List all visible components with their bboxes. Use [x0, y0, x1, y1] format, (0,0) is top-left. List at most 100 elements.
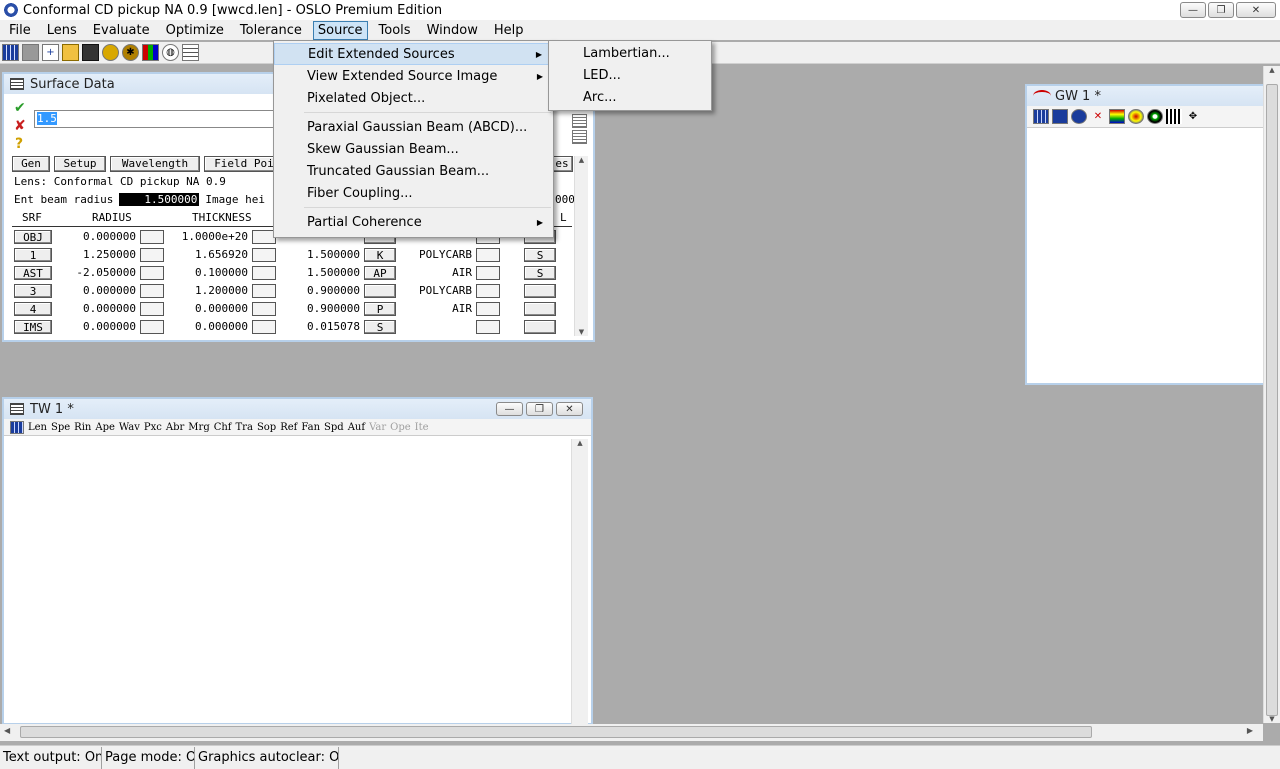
menu-item-fiber-coupling[interactable]: Fiber Coupling... [274, 182, 553, 204]
tab-setup[interactable]: Setup [54, 156, 106, 172]
radius-solve-button[interactable] [140, 302, 164, 316]
scroll-thumb[interactable] [1266, 84, 1278, 716]
tab-field-points[interactable]: Field Poi [204, 156, 284, 172]
radius-solve-button[interactable] [140, 230, 164, 244]
menu-help[interactable]: Help [489, 21, 529, 40]
spot-icon[interactable] [1071, 109, 1087, 124]
tw-close-button[interactable]: ✕ [556, 402, 583, 416]
glass-cell[interactable]: POLYCARB [400, 248, 472, 262]
special-button[interactable] [524, 302, 556, 316]
aperture-solve-button[interactable] [364, 284, 396, 298]
radius-solve-button[interactable] [140, 284, 164, 298]
menu-item-skew-gaussian-beam[interactable]: Skew Gaussian Beam... [274, 138, 553, 160]
move-icon[interactable]: ✥ [1185, 109, 1201, 124]
special-button[interactable] [524, 320, 556, 334]
list-icon[interactable] [572, 130, 587, 144]
table-icon[interactable] [182, 44, 199, 61]
colors-icon[interactable] [142, 44, 159, 61]
circle-icon[interactable] [1147, 109, 1163, 124]
aperture-solve-button[interactable]: S [364, 320, 396, 334]
radius-solve-button[interactable] [140, 248, 164, 262]
rainbow-icon[interactable] [1109, 109, 1125, 124]
special-button[interactable]: S [524, 266, 556, 280]
tw-button-spe[interactable]: Spe [51, 422, 70, 433]
thickness-solve-button[interactable] [252, 284, 276, 298]
aperture-cell[interactable]: 0.900000 [280, 302, 360, 316]
scroll-down-icon[interactable]: ▼ [1264, 715, 1280, 723]
target-icon[interactable] [1128, 109, 1144, 124]
list-icon[interactable] [572, 114, 587, 128]
thickness-cell[interactable]: 0.000000 [166, 302, 248, 316]
glass-solve-button[interactable] [476, 248, 500, 262]
help-icon[interactable]: ? [15, 136, 23, 152]
tw-button-auf[interactable]: Auf [348, 422, 365, 433]
menu-tolerance[interactable]: Tolerance [235, 21, 307, 40]
srf-cell[interactable]: 4 [14, 302, 52, 316]
menu-item-led[interactable]: LED... [549, 64, 711, 86]
thickness-solve-button[interactable] [252, 248, 276, 262]
menu-item-truncated-gaussian-beam[interactable]: Truncated Gaussian Beam... [274, 160, 553, 182]
open-icon[interactable] [62, 44, 79, 61]
srf-cell[interactable]: OBJ [14, 230, 52, 244]
aperture-solve-button[interactable]: K [364, 248, 396, 262]
radius-cell[interactable]: 0.000000 [56, 284, 136, 298]
radius-cell[interactable]: 0.000000 [56, 320, 136, 334]
aperture-cell[interactable]: 0.900000 [280, 284, 360, 298]
thickness-solve-button[interactable] [252, 320, 276, 334]
new-icon[interactable]: + [42, 44, 59, 61]
menu-tools[interactable]: Tools [374, 21, 416, 40]
aperture-cell[interactable]: 1.500000 [280, 266, 360, 280]
tw-button-mrg[interactable]: Mrg [188, 422, 209, 433]
edit-field[interactable]: 1.5 [34, 110, 279, 128]
glass-cell[interactable]: AIR [400, 266, 472, 280]
tw-minimize-button[interactable]: — [496, 402, 523, 416]
tw-button-abr[interactable]: Abr [166, 422, 184, 433]
menu-item-view-extended-source-image[interactable]: View Extended Source Image ▶ [274, 65, 553, 87]
close-button[interactable]: ✕ [1236, 2, 1276, 18]
main-horizontal-scrollbar[interactable]: ◀ ▶ [0, 724, 1263, 741]
radius-cell[interactable]: -2.050000 [56, 266, 136, 280]
tab-variables[interactable]: es [551, 156, 573, 172]
menu-source[interactable]: Source [312, 20, 368, 40]
scroll-up-icon[interactable]: ▲ [1264, 66, 1280, 74]
tw-restore-button[interactable]: ❐ [526, 402, 553, 416]
tw-scrollbar[interactable]: ▲ [571, 439, 588, 725]
cancel-icon[interactable]: ✘ [14, 118, 26, 134]
glass-cell[interactable] [400, 320, 472, 334]
scroll-right-icon[interactable]: ▶ [1247, 726, 1253, 735]
tw-button-spd[interactable]: Spd [324, 422, 344, 433]
grid-icon[interactable] [1033, 109, 1049, 124]
accept-icon[interactable]: ✔ [14, 100, 26, 116]
radius-cell[interactable]: 1.250000 [56, 248, 136, 262]
thickness-cell[interactable]: 1.0000e+20 [166, 230, 248, 244]
special-button[interactable] [524, 284, 556, 298]
fan-icon[interactable]: ✕ [1090, 109, 1106, 124]
srf-cell[interactable]: 3 [14, 284, 52, 298]
tab-wavelength[interactable]: Wavelength [110, 156, 200, 172]
gear-icon[interactable] [1052, 109, 1068, 124]
minimize-button[interactable]: — [1180, 2, 1206, 18]
radius-solve-button[interactable] [140, 320, 164, 334]
gear-icon[interactable]: ✱ [122, 44, 139, 61]
globe-icon[interactable]: ◍ [162, 44, 179, 61]
thickness-cell[interactable]: 1.200000 [166, 284, 248, 298]
tw-button-ape[interactable]: Ape [95, 422, 115, 433]
srf-cell[interactable]: IMS [14, 320, 52, 334]
glass-solve-button[interactable] [476, 302, 500, 316]
scroll-up-icon[interactable]: ▲ [572, 439, 588, 447]
glass-cell[interactable]: AIR [400, 302, 472, 316]
srf-cell[interactable]: AST [14, 266, 52, 280]
tw-button-wav[interactable]: Wav [119, 422, 140, 433]
glass-solve-button[interactable] [476, 266, 500, 280]
thickness-cell[interactable]: 1.656920 [166, 248, 248, 262]
menu-item-partial-coherence[interactable]: Partial Coherence ▶ [274, 211, 553, 233]
menu-item-pixelated-object[interactable]: Pixelated Object... [274, 87, 553, 109]
bars-icon[interactable] [1166, 109, 1182, 124]
maximize-button[interactable]: ❐ [1208, 2, 1234, 18]
thickness-cell[interactable]: 0.000000 [166, 320, 248, 334]
menu-item-lambertian[interactable]: Lambertian... [549, 42, 711, 64]
menu-lens[interactable]: Lens [42, 21, 82, 40]
aperture-cell[interactable]: 1.500000 [280, 248, 360, 262]
grid-icon[interactable] [10, 420, 24, 434]
aperture-cell[interactable]: 0.015078 [280, 320, 360, 334]
